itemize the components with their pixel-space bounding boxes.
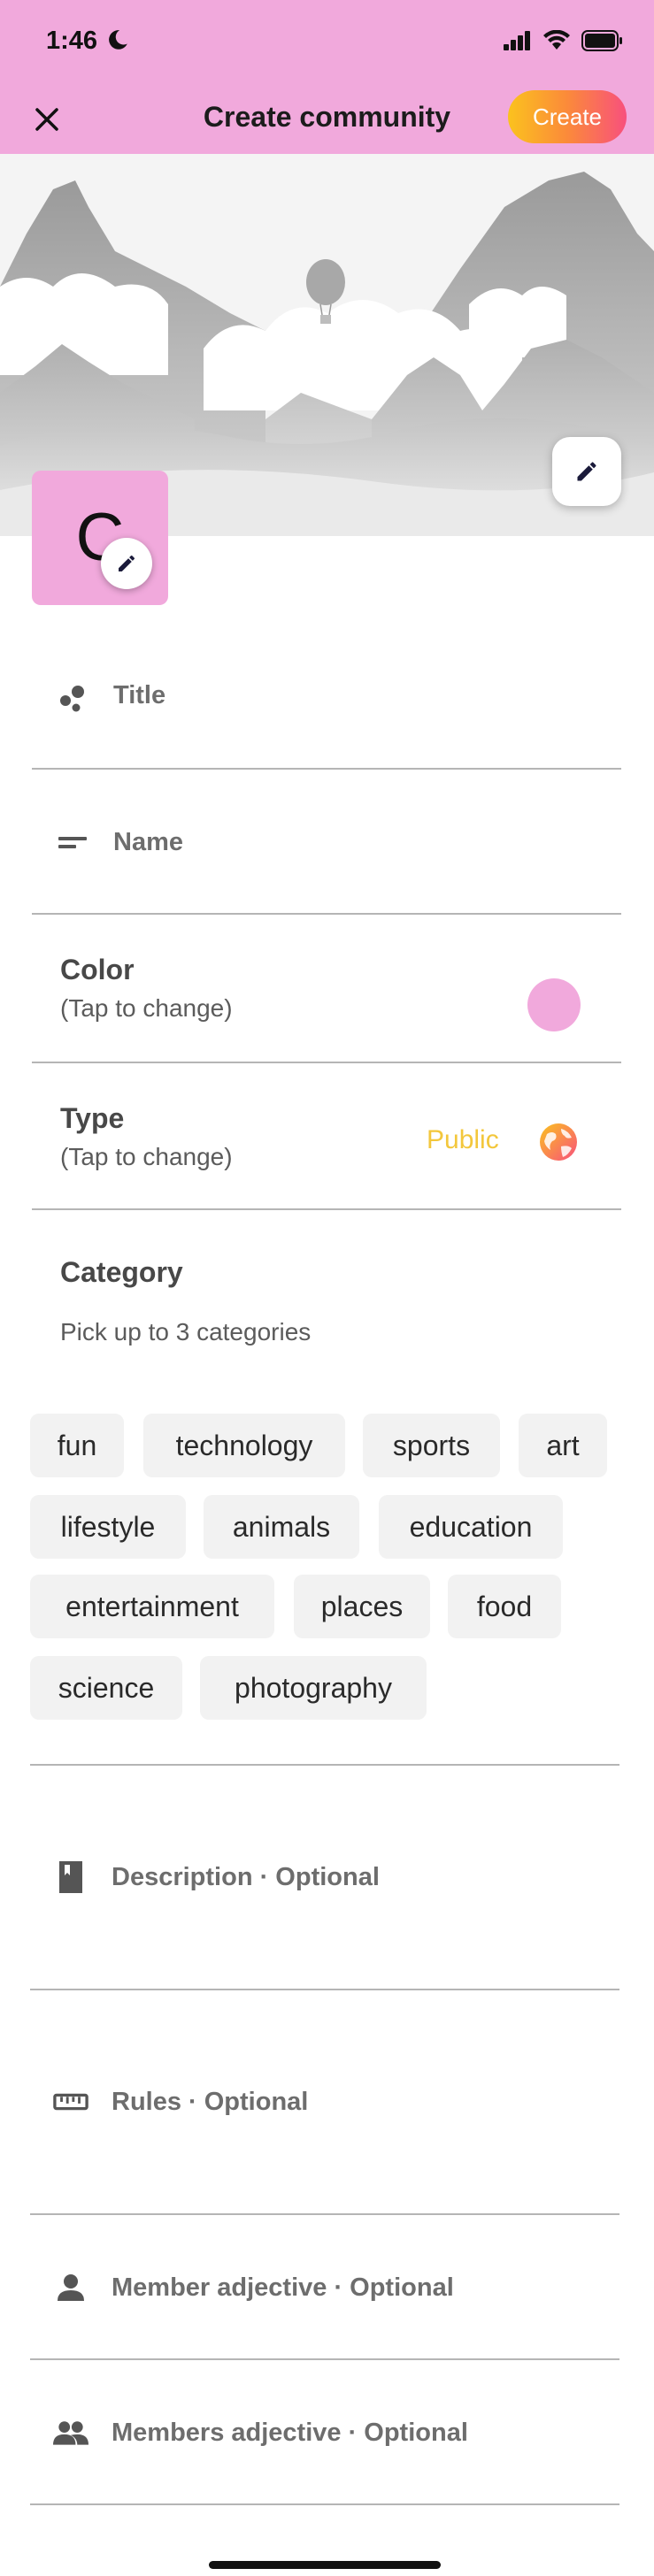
category-chip-science[interactable]: science [30, 1656, 182, 1720]
type-value: Public [427, 1125, 499, 1154]
description-field[interactable]: Description · Optional [30, 1766, 619, 1990]
status-icons [504, 30, 624, 51]
bubbles-icon [55, 679, 90, 715]
book-icon [53, 1859, 88, 1895]
pencil-icon [577, 462, 596, 481]
description-field-label: Description · Optional [112, 1863, 380, 1891]
edit-avatar-button[interactable] [101, 538, 152, 589]
moon-icon [109, 30, 127, 50]
member-adjective-field[interactable]: Member adjective · Optional [30, 2215, 619, 2360]
wifi-icon [543, 30, 570, 50]
category-chip-technology[interactable]: technology [143, 1414, 345, 1477]
people-icon [53, 2415, 88, 2450]
color-setting[interactable]: Color (Tap to change) [32, 915, 621, 1063]
category-subtitle: Pick up to 3 categories [60, 1318, 312, 1346]
category-chip-entertainment[interactable]: entertainment [30, 1575, 274, 1638]
category-title: Category [60, 1256, 183, 1288]
category-chip-art[interactable]: art [519, 1414, 607, 1477]
members-adjective-field[interactable]: Members adjective · Optional [30, 2360, 619, 2505]
name-field-label: Name [113, 828, 183, 856]
rules-field[interactable]: Rules · Optional [30, 1990, 619, 2215]
category-chip-lifestyle[interactable]: lifestyle [30, 1495, 186, 1559]
category-chip-sports[interactable]: sports [363, 1414, 500, 1477]
type-setting-title: Type [60, 1102, 125, 1134]
category-chip-places[interactable]: places [294, 1575, 430, 1638]
status-time: 1:46 [46, 27, 98, 55]
edit-banner-button[interactable] [552, 437, 621, 506]
category-chip-photography[interactable]: photography [200, 1656, 427, 1720]
pencil-icon [119, 555, 135, 571]
status-bar: 1:46 [0, 0, 654, 85]
cellular-signal-icon [504, 31, 530, 50]
category-chip-fun[interactable]: fun [30, 1414, 124, 1477]
category-chip-education[interactable]: education [379, 1495, 563, 1559]
color-swatch [527, 978, 581, 1031]
battery-icon [581, 30, 622, 51]
rules-field-label: Rules · Optional [112, 2088, 309, 2116]
app-bar: Create community Create [0, 85, 654, 154]
type-setting-subtitle: (Tap to change) [60, 1143, 233, 1170]
close-icon [35, 108, 58, 131]
close-button[interactable] [25, 97, 69, 142]
member-adjective-field-label: Member adjective · Optional [112, 2273, 454, 2302]
person-icon [53, 2270, 88, 2305]
members-adjective-field-label: Members adjective · Optional [112, 2419, 468, 2447]
title-field-label: Title [113, 681, 166, 709]
title-field[interactable]: Title [32, 619, 621, 770]
short-text-icon [55, 824, 90, 860]
type-setting[interactable]: Type (Tap to change) Public [32, 1063, 621, 1210]
category-chip-animals[interactable]: animals [204, 1495, 359, 1559]
category-chip-food[interactable]: food [448, 1575, 561, 1638]
home-indicator[interactable] [209, 2561, 441, 2569]
globe-icon [540, 1123, 577, 1161]
community-avatar[interactable]: C [32, 471, 168, 605]
name-field[interactable]: Name [32, 770, 621, 915]
color-setting-subtitle: (Tap to change) [60, 994, 233, 1022]
create-button[interactable]: Create [508, 90, 627, 143]
color-setting-title: Color [60, 954, 135, 985]
ruler-icon [53, 2084, 88, 2120]
